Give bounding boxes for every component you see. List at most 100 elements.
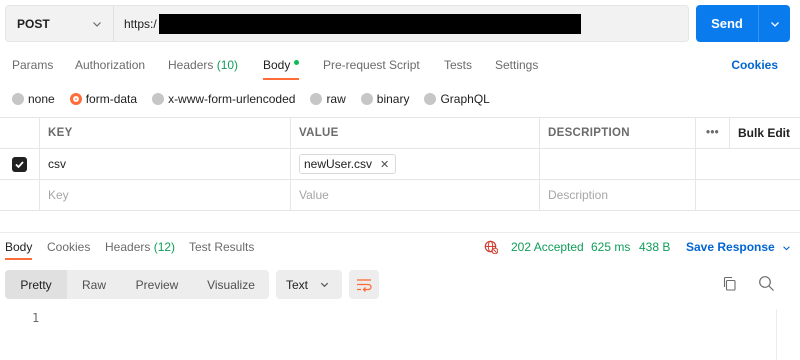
key-input[interactable]: Key [40,180,291,210]
wrap-lines-icon [357,278,372,292]
response-tab-body[interactable]: Body [5,240,33,260]
radio-circle-icon [152,93,165,105]
radio-raw[interactable]: raw [310,92,346,106]
tab-label: Headers [168,58,214,72]
response-time[interactable]: 625 ms [591,240,630,254]
bulk-edit-button[interactable]: Bulk Edit [730,118,800,148]
radio-label: raw [326,92,346,106]
close-icon[interactable]: ✕ [380,158,389,171]
tab-label: Tests [444,58,473,72]
redacted-url-block [158,13,581,34]
description-cell[interactable] [540,149,696,179]
key-text: csv [48,157,66,171]
response-tab-cookies[interactable]: Cookies [47,240,90,254]
method-label: POST [17,16,50,31]
section-divider [0,232,800,233]
send-label: Send [711,16,743,31]
tab-label: Test Results [189,240,255,254]
save-response-button[interactable]: Save Response [686,240,792,254]
radio-graphql[interactable]: GraphQL [424,92,490,106]
tab-label: Authorization [75,58,146,72]
radio-label: GraphQL [440,92,490,106]
chevron-down-icon [320,282,329,288]
radio-circle-icon [310,93,323,105]
format-select[interactable]: Text [276,270,342,299]
tab-params[interactable]: Params [12,58,53,72]
tab-label: Headers [105,240,151,254]
editor-scrollbar[interactable] [776,309,800,360]
method-select[interactable]: POST [6,6,114,41]
radio-circle-icon [424,93,437,105]
chevron-down-icon [783,246,790,251]
tab-tests[interactable]: Tests [444,58,472,72]
value-cell[interactable]: newUser.csv ✕ [291,149,540,179]
modified-dot-icon [294,60,300,66]
value-input[interactable]: Value [291,180,540,210]
search-icon[interactable] [758,275,775,292]
copy-icon[interactable] [722,276,737,292]
response-size[interactable]: 438 B [639,240,670,254]
row-checkbox[interactable] [12,156,27,172]
description-input[interactable]: Description [540,180,696,210]
cookies-link[interactable]: Cookies [731,58,778,72]
row-checkbox-cell [0,149,40,179]
radio-none[interactable]: none [12,92,55,106]
tab-body[interactable]: Body [263,58,300,80]
table-row-empty: Key Value Description [0,180,800,211]
tab-pre-request-script[interactable]: Pre-request Script [323,58,420,72]
line-number: 1 [32,311,40,325]
format-label: Text [286,277,309,292]
file-name: newUser.csv [304,157,373,171]
row-checkbox-cell [0,180,40,210]
radio-label: form-data [85,92,138,106]
form-data-table: KEY VALUE DESCRIPTION ••• Bulk Edit csv … [0,117,800,211]
radio-x-www-form-urlencoded[interactable]: x-www-form-urlencoded [152,92,295,106]
send-options-dropdown[interactable] [758,5,790,42]
response-tab-headers[interactable]: Headers (12) [105,240,175,254]
request-tabs: Params Authorization Headers (10) Body P… [0,52,800,82]
chevron-down-icon [770,21,779,27]
view-preview[interactable]: Preview [121,270,193,299]
tab-settings[interactable]: Settings [495,58,538,72]
view-mode-selector: Pretty Raw Preview Visualize [5,270,269,299]
header-value: VALUE [291,118,540,148]
tab-label: Body [5,240,33,254]
response-tab-test-results[interactable]: Test Results [189,240,254,254]
request-url-bar: POST https:/ [5,5,689,42]
globe-error-icon[interactable] [484,240,498,254]
header-description: DESCRIPTION [540,118,696,148]
radio-label: x-www-form-urlencoded [168,92,296,106]
radio-binary[interactable]: binary [360,92,410,106]
wrap-lines-button[interactable] [349,270,379,299]
url-input[interactable]: https:/ [114,6,688,41]
tab-authorization[interactable]: Authorization [75,58,145,72]
more-options-button[interactable]: ••• [696,118,730,148]
status-code[interactable]: 202 Accepted [511,240,584,254]
view-pretty[interactable]: Pretty [5,270,67,299]
radio-circle-icon [12,93,24,105]
header-checkbox-col [0,118,40,148]
radio-label: none [28,92,55,106]
tab-label: Params [12,58,54,72]
tab-label: Settings [495,58,539,72]
tab-label: Cookies [47,240,91,254]
tab-label: Pre-request Script [323,58,420,72]
radio-label: binary [376,92,410,106]
radio-form-data[interactable]: form-data [69,92,138,106]
send-button[interactable]: Send [696,5,790,42]
radio-circle-icon [360,93,373,105]
radio-selected-icon [69,93,82,105]
check-icon [15,160,24,168]
view-raw[interactable]: Raw [67,270,121,299]
url-text: https:/ [124,16,157,31]
key-cell[interactable]: csv [40,149,291,179]
table-row: csv newUser.csv ✕ [0,149,800,180]
view-visualize[interactable]: Visualize [193,270,269,299]
tab-headers[interactable]: Headers (10) [168,58,238,72]
file-chip: newUser.csv ✕ [299,154,397,174]
tab-count: (10) [216,58,239,72]
tab-label: Body [263,58,291,72]
body-type-radio-group: none form-data x-www-form-urlencoded raw… [12,91,505,107]
save-response-label: Save Response [686,240,775,254]
chevron-down-icon [93,21,101,27]
